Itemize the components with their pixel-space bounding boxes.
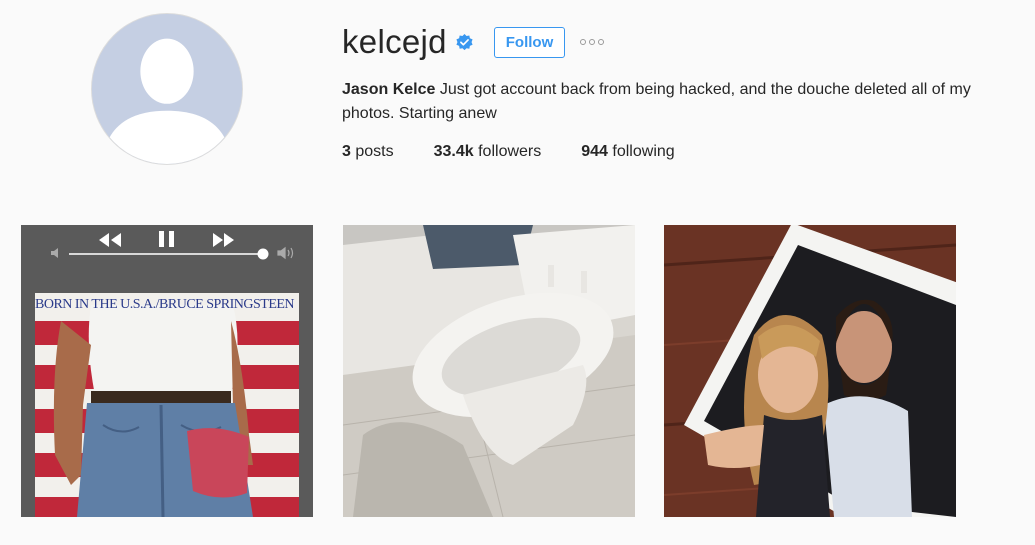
follow-button[interactable]: Follow <box>494 27 565 58</box>
more-options-icon[interactable] <box>580 36 606 48</box>
posts-count: 3 posts <box>342 141 394 163</box>
profile-username: kelcejd <box>342 23 447 60</box>
following-count[interactable]: 944 following <box>581 141 674 163</box>
posts-count-label: posts <box>355 143 394 160</box>
post-thumbnail-2[interactable] <box>343 225 635 517</box>
followers-count[interactable]: 33.4k followers <box>434 141 542 163</box>
toilet-photo <box>343 225 635 517</box>
followers-count-value: 33.4k <box>433 143 474 160</box>
polaroid-couple-photo <box>664 225 956 517</box>
following-count-label: following <box>612 143 675 160</box>
profile-stats: 3 posts 33.4k followers 944 following <box>342 141 715 163</box>
followers-count-label: followers <box>478 143 542 160</box>
music-album-screenshot <box>21 225 313 517</box>
posts-count-value: 3 <box>342 143 351 160</box>
profile-avatar <box>91 13 243 165</box>
default-avatar-silhouette <box>92 14 242 164</box>
profile-bio-text: Just got account back from being hacked,… <box>342 81 971 122</box>
verified-badge-icon <box>456 34 473 51</box>
profile-full-name: Jason Kelce <box>342 81 436 98</box>
album-title: BORN IN THE U.S.A./BRUCE SPRINGSTEEN <box>35 297 295 312</box>
post-thumbnail-1[interactable]: BORN IN THE U.S.A./BRUCE SPRINGSTEEN <box>21 225 313 517</box>
following-count-value: 944 <box>581 143 608 160</box>
profile-bio: Jason Kelce Just got account back from b… <box>342 78 982 126</box>
post-thumbnail-3[interactable] <box>664 225 956 517</box>
